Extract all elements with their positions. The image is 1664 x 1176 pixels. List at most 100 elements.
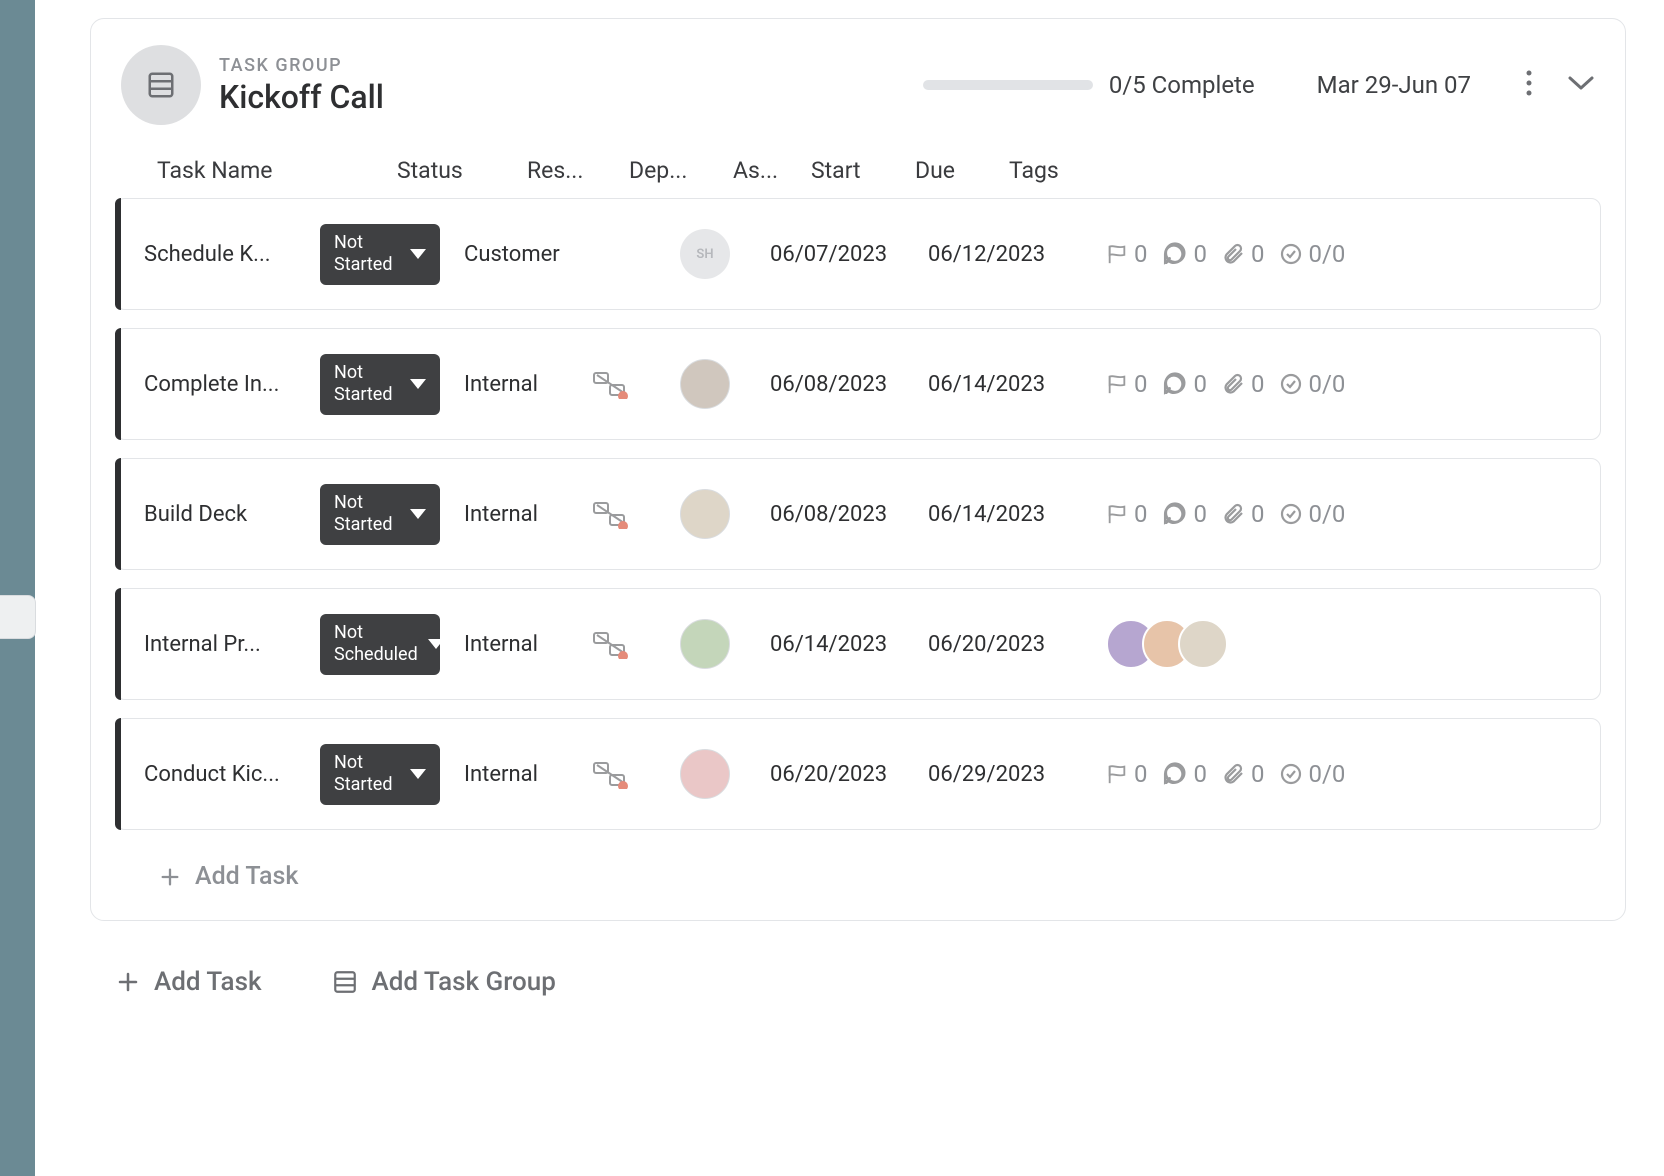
assignee-avatar[interactable] xyxy=(680,749,730,799)
add-task-group-button[interactable]: Add Task Group xyxy=(332,967,556,997)
add-task-button-inner[interactable]: Add Task xyxy=(159,862,298,891)
task-name[interactable]: Complete In... xyxy=(144,372,320,397)
status-dropdown[interactable]: Not Started xyxy=(320,484,440,545)
metric-flags[interactable]: 0 xyxy=(1106,370,1148,398)
metric-flags[interactable]: 0 xyxy=(1106,240,1148,268)
row-accent xyxy=(115,718,121,830)
dependency-cell[interactable] xyxy=(592,499,680,529)
start-date-cell[interactable]: 06/14/2023 xyxy=(770,632,928,657)
row-accent xyxy=(115,588,121,700)
status-dropdown[interactable]: Not Started xyxy=(320,354,440,415)
dependency-cell[interactable] xyxy=(592,759,680,789)
task-row[interactable]: Conduct Kic...Not Started Internal 06/20/2… xyxy=(115,718,1601,830)
metric-comments[interactable]: 0 xyxy=(1162,760,1208,788)
tag-avatar-stack[interactable] xyxy=(1106,619,1228,669)
dependency-icon xyxy=(592,759,626,789)
assignee-cell[interactable] xyxy=(680,359,770,409)
left-rail xyxy=(0,0,35,1176)
row-accent xyxy=(115,458,121,570)
more-menu-icon[interactable] xyxy=(1525,69,1533,101)
assignee-avatar[interactable] xyxy=(680,619,730,669)
tag-avatar[interactable] xyxy=(1178,619,1228,669)
col-status[interactable]: Status xyxy=(397,157,527,184)
col-tags[interactable]: Tags xyxy=(1009,157,1601,184)
task-name[interactable]: Internal Pr... xyxy=(144,632,320,657)
metric-comments[interactable]: 0 xyxy=(1162,370,1208,398)
metric-flags[interactable]: 0 xyxy=(1106,760,1148,788)
task-name[interactable]: Build Deck xyxy=(144,502,320,527)
assignee-avatar-placeholder[interactable]: SH xyxy=(680,229,730,279)
add-task-group-label: Add Task Group xyxy=(372,967,556,997)
task-name[interactable]: Conduct Kic... xyxy=(144,762,320,787)
metric-attachments[interactable]: 0 xyxy=(1221,240,1265,268)
chevron-down-icon xyxy=(428,633,444,656)
task-row[interactable]: Schedule K...Not Started Customer SH 06/07/… xyxy=(115,198,1601,310)
tags-cell[interactable]: 0000/0 xyxy=(1106,370,1580,398)
status-dropdown[interactable]: Not Started xyxy=(320,744,440,805)
dependency-cell[interactable] xyxy=(592,629,680,659)
due-date-cell[interactable]: 06/14/2023 xyxy=(928,502,1106,527)
due-date-cell[interactable]: 06/12/2023 xyxy=(928,242,1106,267)
add-task-bottom-label: Add Task xyxy=(154,967,262,997)
metric-attachments[interactable]: 0 xyxy=(1221,500,1265,528)
tags-cell[interactable]: 0000/0 xyxy=(1106,760,1580,788)
tags-cell[interactable]: 0000/0 xyxy=(1106,240,1580,268)
col-due[interactable]: Due xyxy=(915,157,1009,184)
status-dropdown[interactable]: Not Started xyxy=(320,224,440,285)
metric-subtasks[interactable]: 0/0 xyxy=(1279,240,1346,268)
col-start[interactable]: Start xyxy=(811,157,915,184)
task-name[interactable]: Schedule K... xyxy=(144,242,320,267)
assignee-avatar[interactable] xyxy=(680,489,730,539)
group-progress: 0/5 Complete xyxy=(923,71,1255,99)
metric-subtasks[interactable]: 0/0 xyxy=(1279,500,1346,528)
tags-cell[interactable] xyxy=(1106,619,1580,669)
task-group-icon xyxy=(121,45,201,125)
responsible-cell[interactable]: Internal xyxy=(464,632,592,657)
task-metrics: 0000/0 xyxy=(1106,370,1345,398)
task-row[interactable]: Complete In...Not Started Internal 06/08/2… xyxy=(115,328,1601,440)
task-list: Schedule K...Not StartedCustomerSH06/07/… xyxy=(115,198,1601,830)
responsible-cell[interactable]: Internal xyxy=(464,502,592,527)
group-title: Kickoff Call xyxy=(219,78,384,116)
due-date-cell[interactable]: 06/29/2023 xyxy=(928,762,1106,787)
task-group-card: TASK GROUP Kickoff Call 0/5 Complete Mar… xyxy=(90,18,1626,921)
assignee-cell[interactable] xyxy=(680,749,770,799)
assignee-cell[interactable] xyxy=(680,489,770,539)
responsible-cell[interactable]: Customer xyxy=(464,242,592,267)
status-dropdown[interactable]: Not Scheduled xyxy=(320,614,440,675)
assignee-avatar[interactable] xyxy=(680,359,730,409)
col-responsible[interactable]: Res... xyxy=(527,157,629,184)
dependency-icon xyxy=(592,499,626,529)
collapse-chevron-icon[interactable] xyxy=(1567,74,1595,96)
dependency-cell[interactable] xyxy=(592,369,680,399)
col-task-name[interactable]: Task Name xyxy=(157,157,397,184)
start-date-cell[interactable]: 06/08/2023 xyxy=(770,502,928,527)
task-row[interactable]: Internal Pr...Not Scheduled Internal 06/14… xyxy=(115,588,1601,700)
col-dependencies[interactable]: Dep... xyxy=(629,157,733,184)
metric-subtasks[interactable]: 0/0 xyxy=(1279,760,1346,788)
metric-comments[interactable]: 0 xyxy=(1162,500,1208,528)
metric-attachments[interactable]: 0 xyxy=(1221,760,1265,788)
metric-subtasks[interactable]: 0/0 xyxy=(1279,370,1346,398)
col-assignee[interactable]: As... xyxy=(733,157,811,184)
add-task-button-bottom[interactable]: Add Task xyxy=(116,967,262,997)
metric-comments[interactable]: 0 xyxy=(1162,240,1208,268)
start-date-cell[interactable]: 06/20/2023 xyxy=(770,762,928,787)
due-date-cell[interactable]: 06/14/2023 xyxy=(928,372,1106,397)
assignee-cell[interactable] xyxy=(680,619,770,669)
chevron-down-icon xyxy=(410,763,426,786)
metric-attachments[interactable]: 0 xyxy=(1221,370,1265,398)
start-date-cell[interactable]: 06/07/2023 xyxy=(770,242,928,267)
task-metrics: 0000/0 xyxy=(1106,760,1345,788)
due-date-cell[interactable]: 06/20/2023 xyxy=(928,632,1106,657)
tags-cell[interactable]: 0000/0 xyxy=(1106,500,1580,528)
start-date-cell[interactable]: 06/08/2023 xyxy=(770,372,928,397)
metric-flags[interactable]: 0 xyxy=(1106,500,1148,528)
side-tab-stub[interactable] xyxy=(0,595,36,639)
responsible-cell[interactable]: Internal xyxy=(464,372,592,397)
task-row[interactable]: Build DeckNot StartedInternal06/08/20230… xyxy=(115,458,1601,570)
assignee-cell[interactable]: SH xyxy=(680,229,770,279)
dependency-icon xyxy=(592,629,626,659)
responsible-cell[interactable]: Internal xyxy=(464,762,592,787)
row-accent xyxy=(115,328,121,440)
